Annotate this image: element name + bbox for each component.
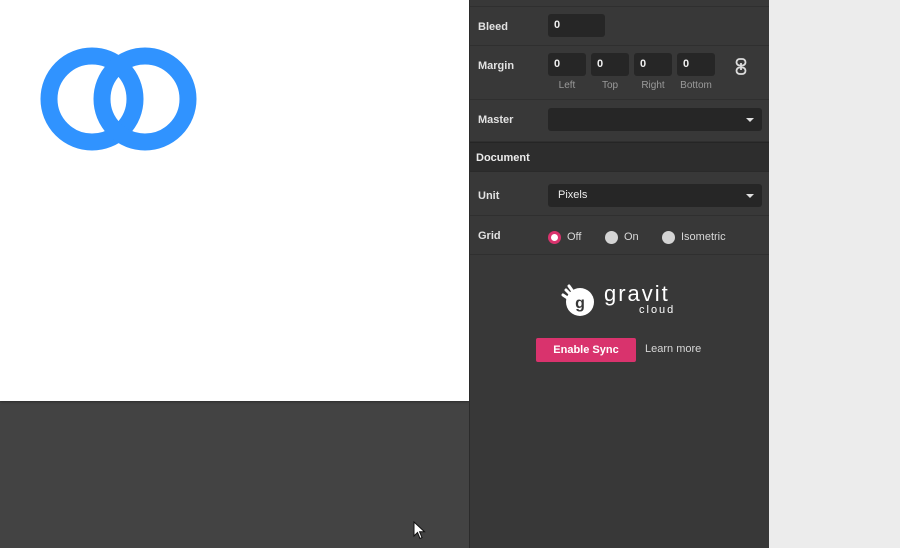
right-background — [769, 0, 900, 548]
gravit-cloud-logo: g gravit cloud — [560, 280, 690, 320]
chevron-down-icon — [746, 118, 754, 122]
radio-unselected-icon — [662, 230, 675, 244]
grid-radio-isometric[interactable]: Isometric — [662, 230, 726, 244]
master-label: Master — [478, 114, 514, 126]
grid-radio-on[interactable]: On — [605, 230, 639, 244]
margin-label: Margin — [478, 60, 515, 72]
row-divider — [470, 0, 770, 7]
document-section-header[interactable]: Document — [470, 142, 770, 172]
canvas-workspace[interactable] — [0, 0, 469, 548]
enable-sync-button[interactable]: Enable Sync — [536, 338, 636, 362]
gravit-brand-sub: cloud — [639, 304, 676, 316]
document-section-title: Document — [476, 152, 530, 164]
margin-right-input[interactable]: 0 — [634, 53, 672, 76]
margin-left-label: Left — [558, 80, 576, 91]
grid-radio-off[interactable]: Off — [548, 230, 581, 244]
grid-option-on-label: On — [624, 231, 639, 243]
learn-more-link[interactable]: Learn more — [645, 343, 701, 355]
margin-right-label: Right — [641, 80, 665, 91]
grid-option-isometric-label: Isometric — [681, 231, 726, 243]
bleed-row: Bleed 0 — [470, 7, 770, 46]
chain-link-icon[interactable] — [735, 58, 747, 75]
master-select[interactable] — [548, 108, 762, 131]
svg-text:g: g — [575, 295, 585, 312]
artboard[interactable] — [0, 0, 469, 401]
radio-unselected-icon — [605, 230, 618, 244]
bleed-label: Bleed — [478, 21, 508, 33]
master-row: Master — [470, 100, 770, 142]
unit-select[interactable]: Pixels — [548, 184, 762, 207]
margin-bottom-input[interactable]: 0 — [677, 53, 715, 76]
unit-row: Unit Pixels — [470, 172, 770, 216]
grid-option-off-label: Off — [567, 231, 582, 243]
mouse-pointer-icon — [413, 521, 426, 540]
margin-bottom-label: Bottom — [680, 80, 712, 91]
radio-selected-icon — [548, 230, 561, 244]
unit-label: Unit — [478, 190, 500, 202]
chevron-down-icon — [746, 194, 754, 198]
inspector-panel: Bleed 0 Margin 0 Left 0 Top 0 Right 0 Bo… — [469, 0, 770, 548]
margin-top-input[interactable]: 0 — [591, 53, 629, 76]
margin-left-input[interactable]: 0 — [548, 53, 586, 76]
interlocking-rings-icon[interactable] — [40, 46, 198, 152]
unit-select-value: Pixels — [558, 189, 588, 201]
grid-label: Grid — [478, 230, 501, 242]
margin-row: Margin 0 Left 0 Top 0 Right 0 Bottom — [470, 46, 770, 100]
bleed-input[interactable]: 0 — [548, 14, 605, 37]
margin-top-label: Top — [601, 80, 619, 91]
gravit-hand-icon: g — [561, 284, 594, 316]
